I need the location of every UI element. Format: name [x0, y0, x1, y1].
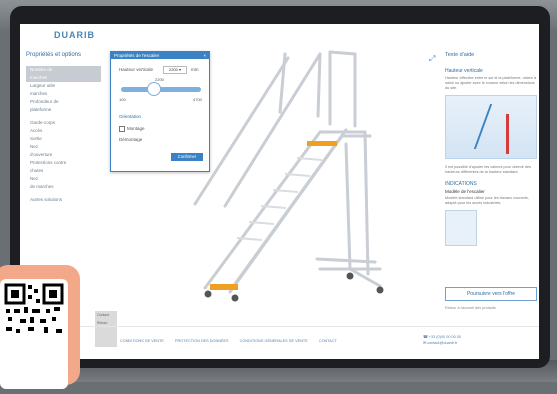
side-panel-line1[interactable]: Contact — [95, 311, 117, 319]
footer-email-text: contact@duarib.fr — [427, 341, 458, 345]
help-diagram-2 — [445, 210, 477, 246]
footer-link-contact[interactable]: CONTACT — [319, 339, 337, 343]
help-diagram-1 — [445, 95, 537, 159]
top-tread-orange — [307, 141, 337, 146]
expand-icon[interactable]: ⤢ — [429, 54, 435, 64]
footer-link-sales[interactable]: CONDITIONS DE VENTE — [120, 339, 164, 343]
help-section-title: INDICATIONS — [445, 181, 477, 187]
height-marker-red — [506, 114, 509, 154]
qr-code-area[interactable] — [0, 279, 68, 389]
back-link[interactable]: Retour à l'accueil des produits — [445, 306, 496, 310]
footer-email[interactable]: ✉ contact@duarib.fr — [423, 340, 461, 346]
help-subtitle: Hauteur verticale — [445, 68, 483, 74]
wheel-front-right — [231, 294, 239, 302]
qr-code — [4, 283, 64, 333]
app-screen: DUARIB Propriétés et options Nombre de m… — [20, 24, 539, 359]
qr-finder-tr-center — [49, 290, 57, 298]
footer-phone-text: +33 (0)00 00 00 00 — [428, 335, 461, 339]
footer-contact: ☎ +33 (0)00 00 00 00 ✉ contact@duarib.fr — [423, 334, 461, 346]
help-text-2: Il est possible d'ajuster les valeurs po… — [445, 165, 531, 174]
phone-icon: ☎ — [423, 335, 428, 339]
footer-link-privacy[interactable]: PROTECTION DES DONNÉES — [175, 339, 229, 343]
help-text-3: Modèle standard utilisé pour les travaux… — [445, 196, 529, 205]
wheel-rear-left — [346, 272, 354, 280]
bottom-tread-orange — [210, 284, 238, 290]
qr-finder-tl-center — [11, 290, 19, 298]
footer-links: CONDITIONS DE VENTE PROTECTION DES DONNÉ… — [120, 339, 347, 343]
staircase-frame — [193, 50, 382, 294]
qr-card — [0, 265, 80, 389]
help-title: Texte d'aide — [445, 52, 475, 58]
footer-link-terms[interactable]: CONDITIONS GÉNÉRALES DE VENTE — [240, 339, 308, 343]
wheel-rear-right — [376, 286, 384, 294]
wheel-front-left — [204, 290, 212, 298]
footer: CONDITIONS DE VENTE PROTECTION DES DONNÉ… — [20, 326, 539, 359]
mail-icon: ✉ — [423, 341, 427, 345]
help-section-subtitle: Modèle de l'escalier — [445, 189, 485, 194]
help-text-1: Hauteur effective entre le sol et la pla… — [445, 76, 537, 90]
continue-to-offer-button[interactable]: Poursuivre vers l'offre — [445, 287, 537, 301]
help-panel: Texte d'aide Hauteur verticale Hauteur e… — [445, 52, 537, 246]
